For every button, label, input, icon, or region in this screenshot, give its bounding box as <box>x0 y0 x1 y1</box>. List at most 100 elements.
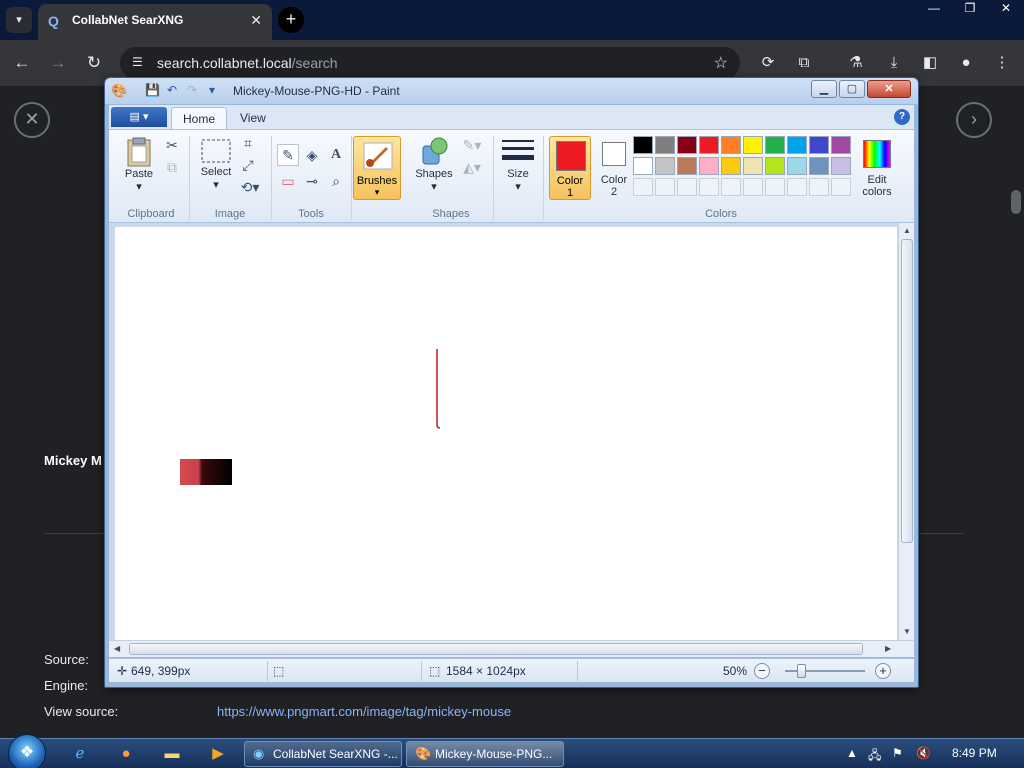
palette-custom-slot[interactable] <box>787 178 807 196</box>
taskbar-clock[interactable]: 8:49 PM <box>952 746 997 760</box>
palette-swatch[interactable] <box>699 157 719 175</box>
reload-icon[interactable]: ↻ <box>81 50 107 76</box>
tab-home[interactable]: Home <box>171 107 228 129</box>
palette-swatch[interactable] <box>655 136 675 154</box>
paint-app-icon[interactable]: 🎨 <box>111 83 127 99</box>
palette-swatch[interactable] <box>633 136 653 154</box>
download-icon[interactable]: ⤓ <box>883 52 905 74</box>
edit-colors-button[interactable]: Edit colors <box>857 136 897 200</box>
tab-search-button[interactable]: ▾ <box>6 7 32 33</box>
close-detail-icon[interactable]: ✕ <box>14 102 50 138</box>
back-arrow-icon[interactable]: ← <box>9 50 35 76</box>
shapes-button[interactable]: Shapes ▾ <box>409 136 459 193</box>
tab-view[interactable]: View <box>229 107 277 129</box>
eraser-icon[interactable]: ▭ <box>277 170 299 192</box>
canvas-vertical-scrollbar[interactable]: ▲ ▼ <box>898 223 914 640</box>
forward-arrow-icon[interactable]: → <box>45 50 71 76</box>
browser-tab-active[interactable]: Q CollabNet SearXNG ✕ <box>38 4 272 40</box>
cut-icon[interactable]: ✂ <box>161 134 183 156</box>
palette-swatch[interactable] <box>765 157 785 175</box>
fill-icon[interactable]: ◭▾ <box>459 156 485 178</box>
address-url[interactable]: search.collabnet.local/search <box>157 55 338 71</box>
copy-icon[interactable]: ⧉ <box>161 156 183 178</box>
palette-custom-slot[interactable] <box>809 178 829 196</box>
palette-swatch[interactable] <box>743 157 763 175</box>
start-button[interactable]: ❖ <box>8 734 46 768</box>
canvas-horizontal-scrollbar[interactable]: ◀ ▶ <box>109 640 914 657</box>
browser-minimize-button[interactable]: — <box>916 0 952 18</box>
save-icon[interactable]: 💾 <box>145 83 160 97</box>
browser-close-button[interactable]: ✕ <box>988 0 1024 18</box>
palette-custom-slot[interactable] <box>633 178 653 196</box>
palette-swatch[interactable] <box>831 157 851 175</box>
canvas-vertical-thumb[interactable] <box>901 239 913 543</box>
paste-button[interactable]: Paste ▾ <box>117 136 161 193</box>
scroll-right-arrow-icon[interactable]: ▶ <box>885 644 891 653</box>
palette-swatch[interactable] <box>831 136 851 154</box>
firefox-icon[interactable]: ● <box>108 742 144 766</box>
palette-swatch[interactable] <box>721 136 741 154</box>
browser-menu-icon[interactable]: ⋮ <box>991 52 1013 74</box>
paint-maximize-button[interactable]: ▢ <box>839 80 865 98</box>
scroll-down-arrow-icon[interactable]: ▼ <box>903 627 911 636</box>
bookmark-star-icon[interactable]: ☆ <box>714 53 728 73</box>
address-bar[interactable]: ☰ search.collabnet.local/search ☆ <box>120 47 740 79</box>
palette-swatch[interactable] <box>787 157 807 175</box>
text-tool-icon[interactable]: A <box>325 144 347 166</box>
page-scrollbar[interactable] <box>1008 86 1024 738</box>
palette-swatch[interactable] <box>743 136 763 154</box>
crop-icon[interactable]: ⌗ <box>237 132 259 154</box>
help-icon[interactable]: ? <box>894 109 910 125</box>
drawing-canvas[interactable] <box>115 227 897 640</box>
zoom-slider-thumb[interactable] <box>797 664 806 678</box>
resize-icon[interactable]: ⤢ <box>237 154 259 176</box>
internet-explorer-icon[interactable]: ℯ <box>62 742 98 766</box>
redo-icon[interactable]: ↷ <box>187 83 197 97</box>
palette-custom-slot[interactable] <box>721 178 741 196</box>
taskbar-paint-window[interactable]: 🎨 Mickey-Mouse-PNG... <box>406 741 564 767</box>
palette-swatch[interactable] <box>677 157 697 175</box>
color2-button[interactable]: Color 2 <box>593 136 635 200</box>
palette-swatch[interactable] <box>633 157 653 175</box>
tab-close-icon[interactable]: ✕ <box>250 12 262 29</box>
paint-close-button[interactable]: ✕ <box>867 80 911 98</box>
palette-custom-slot[interactable] <box>699 178 719 196</box>
site-info-icon[interactable]: ☰ <box>132 55 143 69</box>
undo-icon[interactable]: ↶ <box>167 83 177 97</box>
palette-custom-slot[interactable] <box>677 178 697 196</box>
palette-custom-slot[interactable] <box>655 178 675 196</box>
browser-restore-button[interactable]: ❐ <box>952 0 988 18</box>
taskbar-chrome-window[interactable]: ◉ CollabNet SearXNG -... <box>244 741 402 767</box>
select-button[interactable]: Select ▾ <box>193 136 239 191</box>
palette-swatch[interactable] <box>809 136 829 154</box>
profile-avatar-icon[interactable]: ● <box>955 52 977 74</box>
palette-custom-slot[interactable] <box>765 178 785 196</box>
pencil-icon[interactable]: ✎ <box>277 144 299 166</box>
network-icon[interactable]: 🖧 <box>868 746 881 767</box>
action-center-flag-icon[interactable]: ⚑ <box>892 746 903 760</box>
extensions-puzzle-icon[interactable]: ⧉ <box>793 52 815 74</box>
paint-file-menu-button[interactable]: ▤ ▾ <box>111 107 167 127</box>
palette-swatch[interactable] <box>655 157 675 175</box>
scroll-left-arrow-icon[interactable]: ◀ <box>114 644 120 653</box>
color-picker-icon[interactable]: ⊸ <box>301 170 323 192</box>
side-panel-icon[interactable]: ◧ <box>919 52 941 74</box>
palette-swatch[interactable] <box>809 157 829 175</box>
outline-icon[interactable]: ✎▾ <box>459 134 485 156</box>
view-source-link[interactable]: https://www.pngmart.com/image/tag/mickey… <box>217 704 511 719</box>
labs-flask-icon[interactable]: ⚗ <box>845 52 867 74</box>
palette-custom-slot[interactable] <box>743 178 763 196</box>
palette-custom-slot[interactable] <box>831 178 851 196</box>
paint-minimize-button[interactable]: ▁ <box>811 80 837 98</box>
sync-extension-icon[interactable]: ⟳ <box>757 52 779 74</box>
brushes-button[interactable]: Brushes ▾ <box>353 136 401 200</box>
page-scroll-thumb[interactable] <box>1011 190 1021 214</box>
new-tab-button[interactable]: + <box>278 7 304 33</box>
palette-swatch[interactable] <box>787 136 807 154</box>
media-player-icon[interactable]: ▶ <box>200 742 236 766</box>
scroll-up-arrow-icon[interactable]: ▲ <box>903 226 911 235</box>
file-explorer-icon[interactable]: ▬ <box>154 742 190 766</box>
palette-swatch[interactable] <box>765 136 785 154</box>
show-hidden-icons-icon[interactable]: ▲ <box>846 746 858 760</box>
palette-swatch[interactable] <box>699 136 719 154</box>
